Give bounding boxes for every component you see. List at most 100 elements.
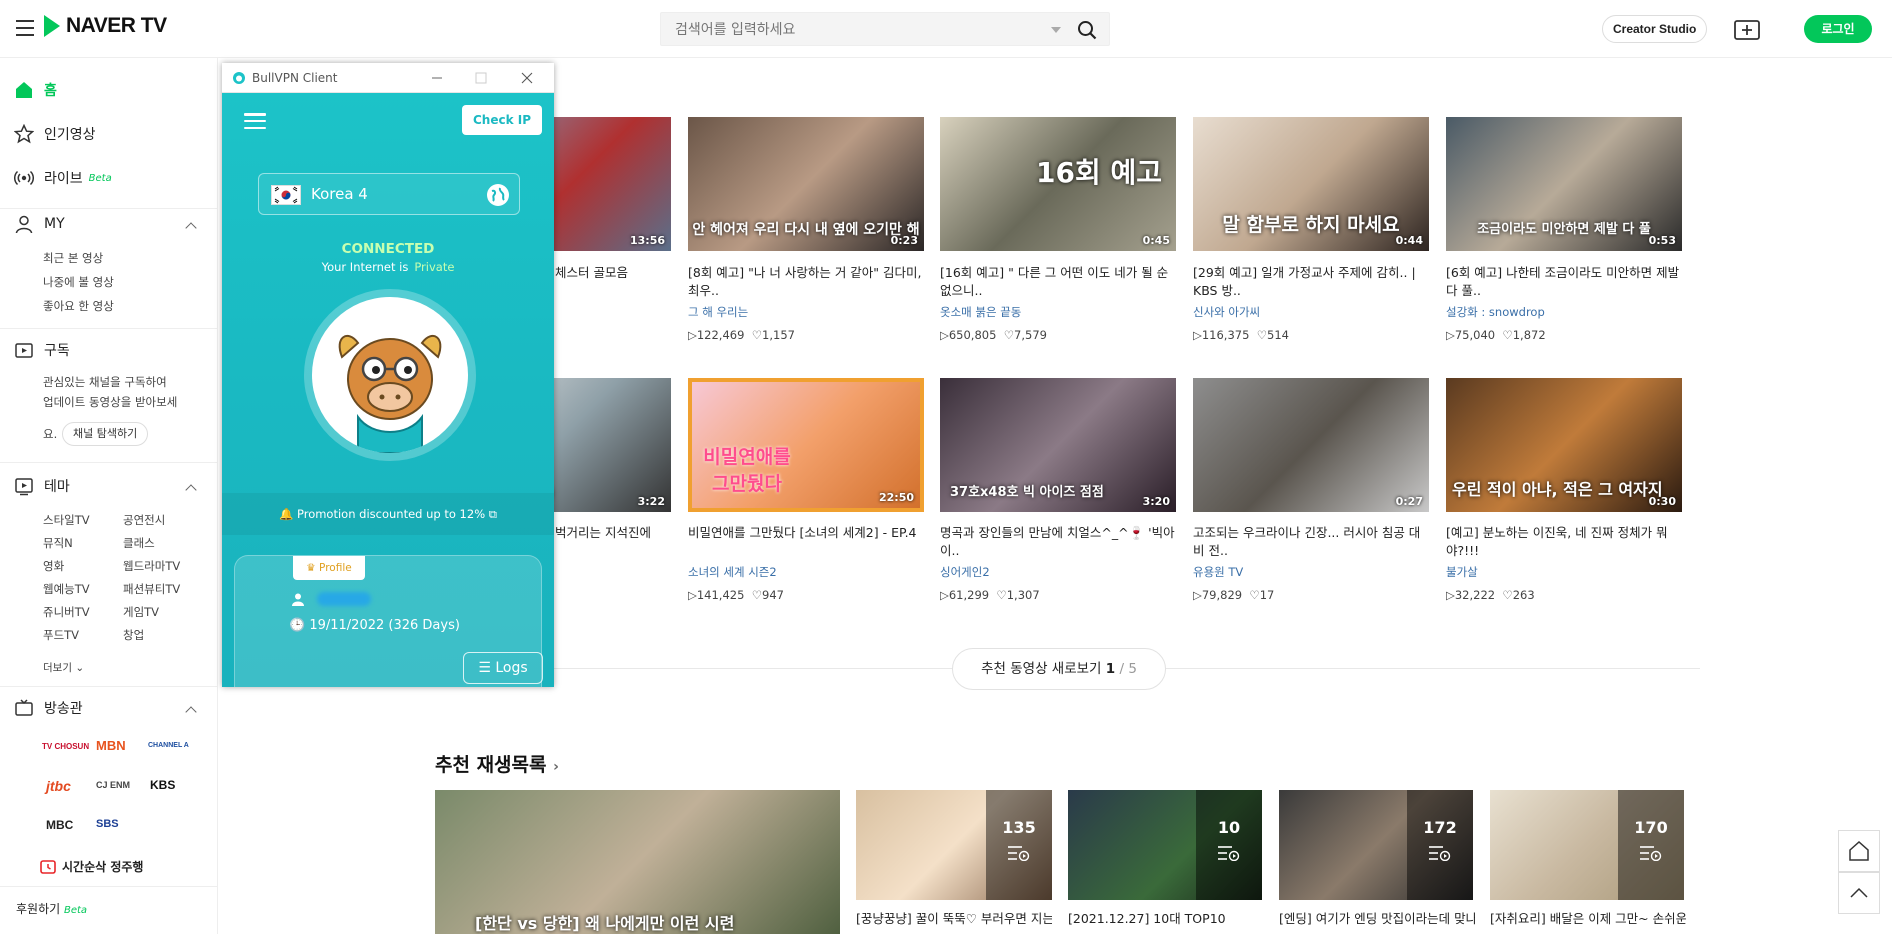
explore-channels-button[interactable]: 채널 탐색하기 xyxy=(62,422,149,446)
video-title[interactable]: [예고] 분노하는 이진욱, 네 진짜 정체가 뭐야?!!! xyxy=(1446,524,1682,560)
search-box xyxy=(660,12,1110,46)
channel-name[interactable]: 유용원 TV xyxy=(1193,564,1243,580)
playlist-thumbnail[interactable]: 10 xyxy=(1068,790,1262,900)
video-thumbnail[interactable]: 조금이라도 미안하면 제발 다 풀 0:53 xyxy=(1446,117,1682,251)
theme-link[interactable]: 웹드라마TV xyxy=(123,558,203,574)
video-title[interactable]: [8회 예고] "나 너 사랑하는 거 같아" 김다미, 최우.. xyxy=(688,264,924,300)
video-title[interactable]: [29회 예고] 일개 가정교사 주제에 감히.. | KBS 방.. xyxy=(1193,264,1429,300)
video-title[interactable]: [6회 예고] 나한테 조금이라도 미안하면 제발 다 풀.. xyxy=(1446,264,1682,300)
tv-chosun-logo[interactable]: TV CHOSUN xyxy=(42,742,89,751)
kbs-logo[interactable]: KBS xyxy=(150,778,175,792)
channel-name[interactable]: 싱어게인2 xyxy=(940,564,990,580)
server-selector[interactable]: Korea 4 xyxy=(258,173,520,215)
sidebar-item-home[interactable]: 홈 xyxy=(14,80,57,100)
logs-button[interactable]: ☰ Logs xyxy=(463,652,543,684)
search-dropdown-icon[interactable] xyxy=(1051,27,1061,33)
playlist-thumbnail[interactable]: 170 xyxy=(1490,790,1684,900)
sidebar-item-popular[interactable]: 인기영상 xyxy=(14,124,96,144)
mbn-logo[interactable]: MBN xyxy=(96,738,126,753)
maximize-icon[interactable] xyxy=(474,71,488,85)
mbc-logo[interactable]: MBC xyxy=(46,818,73,832)
video-title[interactable]: [16회 예고] " 다른 그 어떤 이도 네가 될 순 없으니.. xyxy=(940,264,1176,300)
video-thumbnail[interactable]: 비밀연애를 그만뒀다 22:50 xyxy=(688,378,924,512)
sidebar-link-support[interactable]: 후원하기 Beta xyxy=(16,900,87,917)
profile-badge[interactable]: ♛ Profile xyxy=(293,556,365,580)
video-thumbnail[interactable]: 37호x48호 빅 아이즈 점점 3:20 xyxy=(940,378,1176,512)
menu-icon[interactable] xyxy=(16,20,34,36)
login-button[interactable]: 로그인 xyxy=(1804,15,1872,43)
sidebar-item-live[interactable]: 라이브 Beta xyxy=(14,168,112,188)
playlist-thumbnail[interactable]: [한단 vs 당한] 왜 나에게만 이런 시련 xyxy=(435,790,840,934)
scroll-top-button[interactable] xyxy=(1838,872,1880,914)
vpn-menu-icon[interactable] xyxy=(244,113,266,129)
video-thumbnail[interactable]: 안 헤어져 우리 다시 내 옆에 오기만 해 0:23 xyxy=(688,117,924,251)
playlist-thumbnail[interactable]: 135 xyxy=(856,790,1052,900)
playlist-thumbnail[interactable]: 172 xyxy=(1279,790,1473,900)
video-title[interactable]: 벅거리는 지석진에 xyxy=(555,524,671,542)
video-thumbnail[interactable]: 우린 적이 아냐, 적은 그 여자지 0:30 xyxy=(1446,378,1682,512)
sidebar-link-liked[interactable]: 좋아요 한 영상 xyxy=(43,298,114,314)
section-my[interactable]: MY xyxy=(14,214,65,234)
naver-tv-logo[interactable]: NAVER TV xyxy=(44,14,167,38)
close-icon[interactable] xyxy=(520,71,534,85)
video-title[interactable]: 비밀연애를 그만뒀다 [소녀의 세계2] - EP.4 xyxy=(688,524,924,560)
minimize-icon[interactable] xyxy=(430,71,444,85)
cj-enm-logo[interactable]: CJ ENM xyxy=(96,780,130,790)
section-broadcast[interactable]: 방송관 xyxy=(14,698,83,718)
bull-mascot-icon[interactable] xyxy=(312,297,468,453)
theme-link[interactable]: 영화 xyxy=(43,558,123,574)
channel-name[interactable]: 소녀의 세계 시즌2 xyxy=(688,564,777,580)
channel-a-logo[interactable]: CHANNEL A xyxy=(148,742,189,749)
schedule-link[interactable]: 시간순삭 정주행 xyxy=(40,858,143,875)
video-title[interactable]: 체스터 골모음 xyxy=(555,264,671,282)
sidebar-link-recent[interactable]: 최근 본 영상 xyxy=(43,250,103,266)
video-thumbnail[interactable]: 0:27 xyxy=(1193,378,1429,512)
promotion-banner[interactable]: 🔔 Promotion discounted up to 12% ⧉ xyxy=(222,493,554,535)
jtbc-logo[interactable]: jtbc xyxy=(46,778,71,794)
theme-link[interactable]: 푸드TV xyxy=(43,627,123,643)
refresh-recommendations-button[interactable]: 추천 동영상 새로보기 1 / 5 xyxy=(952,648,1166,690)
video-title[interactable]: 명곡과 장인들의 만남에 치얼스^_^🍷 '빅아이.. xyxy=(940,524,1176,560)
sidebar-link-watch-later[interactable]: 나중에 볼 영상 xyxy=(43,274,114,290)
theme-link[interactable]: 웹예능TV xyxy=(43,581,123,597)
section-subscribe[interactable]: 구독 xyxy=(14,340,70,360)
creator-studio-button[interactable]: Creator Studio xyxy=(1602,15,1708,43)
search-input[interactable] xyxy=(675,19,1035,41)
profile-card: ♛ Profile 🕒 19/11/2022 (326 Days) ☰ Logs xyxy=(234,555,543,687)
video-thumbnail[interactable]: 16회 예고 0:45 xyxy=(940,117,1176,251)
theme-link[interactable]: 게임TV xyxy=(123,604,203,620)
theme-link[interactable]: 패션뷰티TV xyxy=(123,581,203,597)
channel-name[interactable]: 옷소매 붉은 끝동 xyxy=(940,304,1021,320)
sbs-logo[interactable]: SBS xyxy=(96,818,119,830)
video-title[interactable]: 고조되는 우크라이나 긴장... 러시아 침공 대비 전.. xyxy=(1193,524,1429,560)
check-ip-button[interactable]: Check IP xyxy=(462,105,542,135)
globe-icon[interactable] xyxy=(487,184,509,206)
home-top-button[interactable] xyxy=(1838,830,1880,872)
channel-name[interactable]: 설강화 : snowdrop xyxy=(1446,304,1545,320)
playlist-title[interactable]: [엔딩] 여기가 엔딩 맛집이라는데 맞나요? xyxy=(1279,908,1475,927)
theme-link[interactable]: 쥬니버TV xyxy=(43,604,123,620)
channel-name[interactable]: 신사와 아가씨 xyxy=(1193,304,1260,320)
theme-link[interactable]: 뮤직N xyxy=(43,535,123,551)
theme-link[interactable]: 스타일TV xyxy=(43,512,123,528)
playlist-title[interactable]: [자취요리] 배달은 이제 그만~ 손쉬운 뚝딱 xyxy=(1490,908,1686,927)
theme-link[interactable]: 창업 xyxy=(123,627,203,643)
collapse-chevron-icon[interactable] xyxy=(185,706,197,718)
collapse-chevron-icon[interactable] xyxy=(185,222,197,234)
theme-link[interactable]: 공연전시 xyxy=(123,512,203,528)
upload-video-icon[interactable] xyxy=(1734,18,1760,40)
window-titlebar[interactable]: BullVPN Client xyxy=(222,63,554,93)
playlist-section-title[interactable]: 추천 재생목록 › xyxy=(435,750,559,777)
search-icon[interactable] xyxy=(1077,20,1097,40)
sidebar-item-label: 홈 xyxy=(44,83,57,99)
section-theme[interactable]: 테마 xyxy=(14,476,70,496)
clock-icon: 🕒 xyxy=(289,618,306,633)
playlist-title[interactable]: [꿍냥꿍냥] 꿀이 뚝뚝♡ 부러우면 지는 거다 xyxy=(856,908,1052,927)
playlist-title[interactable]: [2021.12.27] 10대 TOP10 xyxy=(1068,908,1264,927)
channel-name[interactable]: 그 해 우리는 xyxy=(688,304,748,320)
channel-name[interactable]: 불가살 xyxy=(1446,564,1478,580)
video-thumbnail[interactable]: 말 함부로 하지 마세요 0:44 xyxy=(1193,117,1429,251)
theme-more-link[interactable]: 더보기 ⌄ xyxy=(43,660,84,675)
theme-link[interactable]: 클래스 xyxy=(123,535,203,551)
collapse-chevron-icon[interactable] xyxy=(185,484,197,496)
